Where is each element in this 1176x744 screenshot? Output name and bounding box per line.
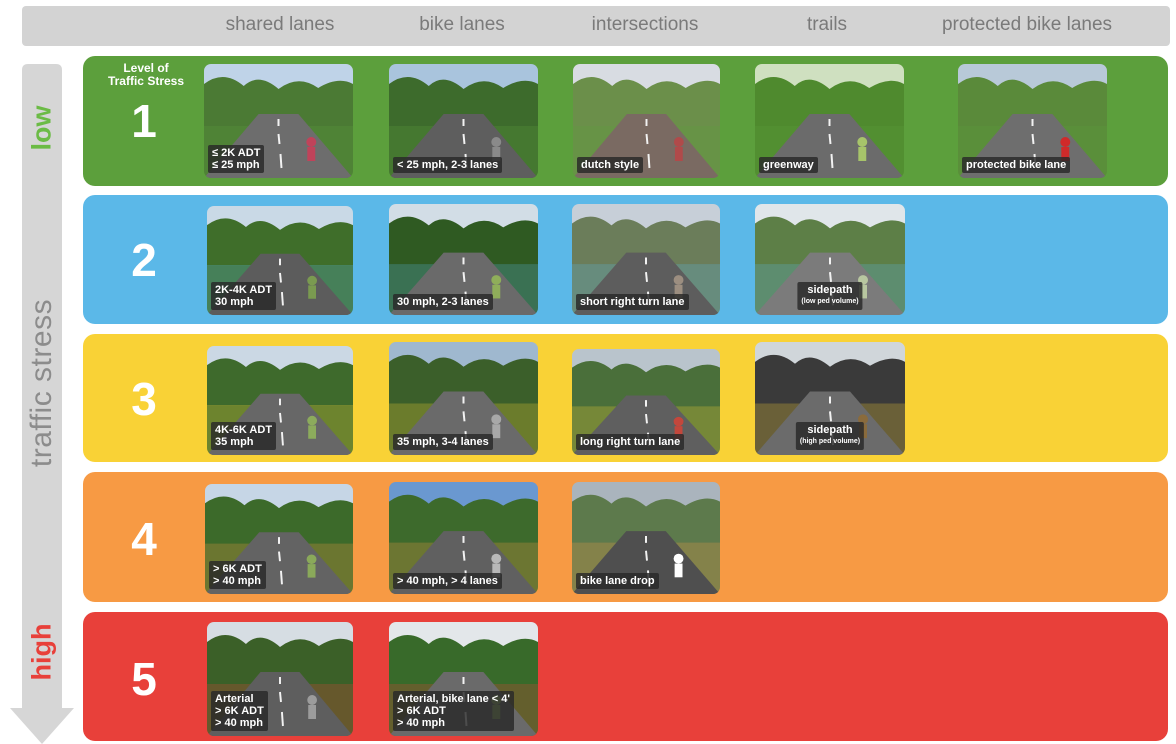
example-photo-greenway-trail: greenway [755,64,904,178]
photo-caption: sidepath (low ped volume) [797,282,863,310]
photo-caption-text: sidepath [807,424,853,436]
traffic-stress-label: traffic stress [25,298,58,468]
photo-caption: Arterial > 6K ADT > 40 mph [211,691,268,731]
column-header-shared-lanes: shared lanes [225,14,335,35]
example-photo-bike-lane-road: < 25 mph, 2-3 lanes [389,64,538,178]
example-photo-turn-lane: short right turn lane [572,204,720,315]
photo-caption-text: 4K-6K ADT 35 mph [215,424,273,448]
example-photo-arterial-intersection: Arterial > 6K ADT > 40 mph [207,622,353,736]
photo-caption: long right turn lane [576,434,685,450]
photo-caption-text: > 6K ADT > 40 mph [213,563,262,587]
photo-caption: dutch style [577,157,644,173]
example-photo-rural-road: 2K-4K ADT 30 mph [207,206,353,315]
photo-caption: 2K-4K ADT 30 mph [211,282,277,310]
photo-caption: 30 mph, 2-3 lanes [393,294,493,310]
stress-level-number: 2 [131,234,157,286]
example-photo-arterial-road: 4K-6K ADT 35 mph [207,346,353,455]
photo-caption: Arterial, bike lane < 4' > 6K ADT > 40 m… [393,691,514,731]
column-header-protected-bike-lanes: protected bike lanes [941,14,1113,35]
example-photo-lane-drop: bike lane drop [572,482,720,594]
photo-caption: sidepath (high ped volume) [795,422,865,450]
photo-caption-subtext: (low ped volume) [801,298,859,305]
photo-caption-text: Arterial, bike lane < 4' > 6K ADT > 40 m… [397,693,510,729]
photo-caption: ≤ 2K ADT ≤ 25 mph [208,145,265,173]
photo-caption-text: ≤ 2K ADT ≤ 25 mph [212,147,261,171]
photo-caption-text: Arterial > 6K ADT > 40 mph [215,693,264,729]
photo-caption-text: bike lane drop [580,575,655,587]
example-photo-dutch-intersection: dutch style [573,64,720,178]
example-photo-multilane-road: > 40 mph, > 4 lanes [389,482,538,594]
photo-caption: < 25 mph, 2-3 lanes [393,157,503,173]
stress-level-number: 4 [131,513,157,565]
photo-caption-text: short right turn lane [580,296,685,308]
example-photo-suburban-road: 30 mph, 2-3 lanes [389,204,538,315]
photo-caption-text: 2K-4K ADT 30 mph [215,284,273,308]
stress-level-number: 5 [131,653,157,705]
photo-caption: greenway [759,157,818,173]
photo-caption-text: 30 mph, 2-3 lanes [397,296,489,308]
photo-caption: bike lane drop [576,573,659,589]
photo-caption-subtext: (high ped volume) [799,438,861,445]
photo-caption-text: > 40 mph, > 4 lanes [397,575,498,587]
example-photo-bridge-path: sidepath (high ped volume) [755,342,905,455]
example-photo-cyclists-road: long right turn lane [572,349,720,455]
photo-caption-text: dutch style [581,159,640,171]
photo-caption: > 40 mph, > 4 lanes [393,573,502,589]
photo-caption: short right turn lane [576,294,689,310]
example-photo-wide-road: 35 mph, 3-4 lanes [389,342,538,455]
photo-caption-text: long right turn lane [580,436,681,448]
example-photo-protected-lane: protected bike lane [958,64,1107,178]
photo-caption-text: greenway [763,159,814,171]
column-header-bike-lanes: bike lanes [419,14,505,35]
photo-caption: protected bike lane [962,157,1071,173]
high-stress-label: high [26,623,57,681]
column-header-trails: trails [806,14,848,35]
example-photo-residential-street: ≤ 2K ADT ≤ 25 mph [204,64,353,178]
low-stress-label: low [26,105,57,151]
photo-caption-text: < 25 mph, 2-3 lanes [397,159,499,171]
example-photo-arterial-bike-lane: Arterial, bike lane < 4' > 6K ADT > 40 m… [389,622,538,736]
photo-caption: 35 mph, 3-4 lanes [393,434,493,450]
stress-level-number: 1 [131,95,157,147]
example-photo-sidepath: sidepath (low ped volume) [755,204,905,315]
photo-caption-text: sidepath [807,284,853,296]
photo-caption-text: 35 mph, 3-4 lanes [397,436,489,448]
level-of-traffic-stress-label: Level of Traffic Stress [107,61,185,88]
photo-caption: > 6K ADT > 40 mph [209,561,266,589]
photo-caption: 4K-6K ADT 35 mph [211,422,277,450]
column-header-intersections: intersections [591,14,699,35]
photo-caption-text: protected bike lane [966,159,1067,171]
stress-level-number: 3 [131,373,157,425]
example-photo-highway-shoulder: > 6K ADT > 40 mph [205,484,353,594]
